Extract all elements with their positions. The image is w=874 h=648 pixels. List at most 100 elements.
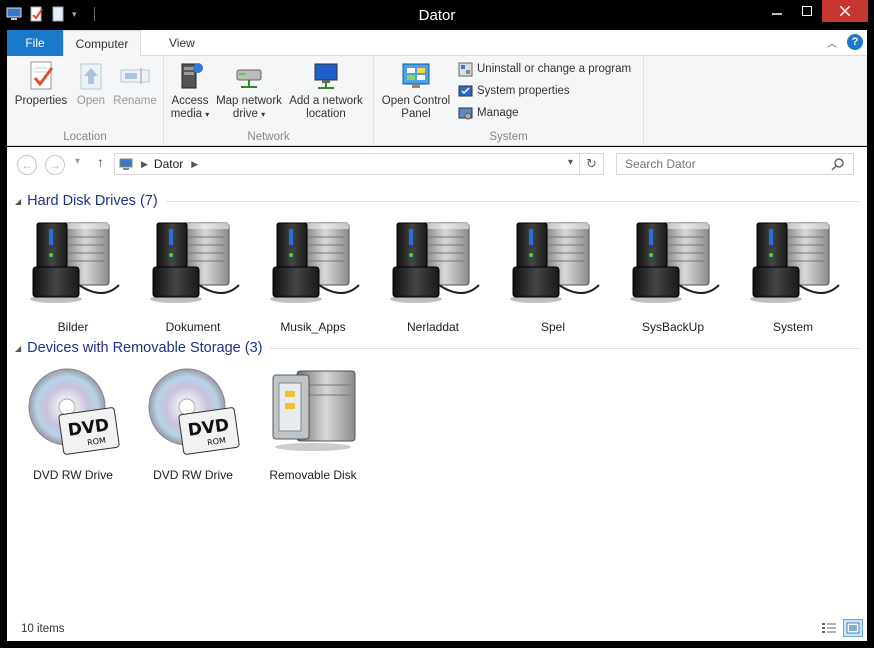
drive-item[interactable]: SysBackUp [623, 215, 723, 334]
maximize-button[interactable] [792, 0, 822, 22]
address-dropdown-icon[interactable]: ▾ [568, 157, 573, 168]
address-bar[interactable]: ▶ Dator ▶ ▾ ↻ [114, 153, 604, 175]
refresh-icon[interactable]: ↻ [579, 154, 603, 174]
hard-drive-icon [149, 222, 240, 304]
search-input[interactable] [617, 154, 817, 174]
drive-item[interactable]: Bilder [23, 215, 123, 334]
drive-item[interactable]: Dokument [143, 215, 243, 334]
hard-drive-icon [629, 222, 720, 304]
group-header-hard-disk-drives[interactable]: ◢ Hard Disk Drives (7) [15, 191, 860, 211]
drive-label: Musik_Apps [280, 320, 346, 334]
system-properties-button[interactable]: System properties [458, 82, 570, 100]
system-properties-label: System properties [477, 85, 570, 97]
control-panel-line2: Panel [401, 108, 431, 120]
open-label: Open [76, 95, 106, 107]
drive-item[interactable]: System [743, 215, 843, 334]
group-label-location: Location [63, 131, 107, 143]
view-switcher [819, 619, 863, 637]
rename-button[interactable]: Rename [111, 60, 159, 108]
map-drive-line1: Map network [216, 95, 282, 107]
access-media-line2: media [170, 108, 203, 120]
uninstall-program-button[interactable]: Uninstall or change a program [458, 60, 631, 78]
large-icons-view-icon [846, 622, 860, 634]
tab-file[interactable]: File [7, 30, 63, 56]
drive-item[interactable]: Spel [503, 215, 603, 334]
window-title: Dator [418, 7, 456, 24]
recent-locations-chevron-icon[interactable]: ▾ [75, 156, 80, 167]
group-label-network: Network [247, 131, 290, 143]
access-media-button[interactable]: Access media ▾ [170, 60, 210, 121]
details-view-icon [822, 623, 836, 633]
open-button[interactable]: Open [69, 60, 113, 108]
drive-item[interactable]: Musik_Apps [263, 215, 363, 334]
network-drive-icon [233, 60, 265, 92]
map-network-drive-button[interactable]: Map network drive ▾ [214, 60, 284, 121]
large-icons-view-button[interactable] [843, 619, 863, 637]
removable-disk-item[interactable]: Removable Disk [263, 363, 363, 482]
properties-button[interactable]: Properties [11, 60, 71, 108]
rename-icon [119, 60, 151, 92]
group-divider [165, 200, 860, 202]
back-button[interactable]: ← [17, 155, 37, 175]
group-header-removable-storage[interactable]: ◢ Devices with Removable Storage (3) [15, 338, 860, 358]
tab-view[interactable]: View [155, 30, 209, 56]
drive-label: DVD RW Drive [33, 468, 113, 482]
explorer-window: ▾ Dator File Computer View ︿ ? Propertie… [0, 0, 874, 648]
title-bar: ▾ Dator [0, 0, 874, 30]
details-view-button[interactable] [819, 619, 839, 637]
hard-drive-icon [29, 222, 120, 304]
status-bar: 10 items [7, 615, 867, 641]
breadcrumb-separator-icon: ▶ [141, 158, 148, 169]
open-icon [75, 60, 107, 92]
tab-computer[interactable]: Computer [63, 30, 141, 57]
ribbon-group-system: Open Control Panel Uninstall or change a… [374, 56, 644, 146]
system-properties-icon [458, 84, 473, 99]
up-button[interactable]: ↑ [97, 154, 104, 170]
map-drive-line2: drive [232, 108, 258, 120]
ribbon-right-controls: ︿ ? [827, 34, 863, 50]
navigation-bar: ← → ▾ ↑ ▶ Dator ▶ ▾ ↻ [7, 147, 867, 181]
open-control-panel-button[interactable]: Open Control Panel [380, 60, 452, 121]
hard-drive-icon [389, 222, 480, 304]
dvd-drive-item[interactable]: DVD ROM DVD RW Drive [23, 363, 123, 482]
minimize-button[interactable] [762, 0, 792, 22]
dvd-drive-item[interactable]: DVD ROM DVD RW Drive [143, 363, 243, 482]
dvd-drive-icon: DVD ROM [28, 368, 120, 455]
properties-label: Properties [14, 95, 68, 107]
search-icon[interactable] [831, 157, 845, 171]
control-panel-icon [400, 60, 432, 92]
close-button[interactable] [822, 0, 868, 22]
add-network-location-button[interactable]: Add a network location [286, 60, 366, 121]
forward-button[interactable]: → [45, 155, 65, 175]
drive-label: SysBackUp [641, 320, 705, 334]
usb-drive-icon [272, 370, 356, 451]
rename-label: Rename [113, 95, 157, 107]
manage-button[interactable]: Manage [458, 104, 519, 122]
media-server-icon [174, 60, 206, 92]
drive-label: Removable Disk [269, 468, 357, 482]
help-icon[interactable]: ? [847, 34, 863, 50]
properties-icon [25, 60, 57, 92]
access-media-line1: Access [171, 95, 209, 107]
search-box [616, 153, 854, 175]
chevron-down-icon: ▾ [261, 110, 266, 119]
uninstall-label: Uninstall or change a program [477, 63, 632, 75]
computer-icon [119, 157, 133, 171]
item-count: 10 items [21, 623, 65, 635]
ribbon-group-location: Properties Open Rename Location [7, 56, 164, 146]
collapse-caret-icon[interactable]: ◢ [15, 344, 21, 353]
breadcrumb-dator[interactable]: Dator [154, 157, 183, 171]
ribbon-tabs: File Computer View ︿ ? [7, 30, 867, 57]
drive-label: Dokument [165, 320, 221, 334]
collapse-caret-icon[interactable]: ◢ [15, 197, 21, 206]
group-title: Devices with Removable Storage (3) [27, 340, 263, 356]
group-label-system: System [489, 131, 528, 143]
hard-drive-icon [749, 222, 840, 304]
drive-item[interactable]: Nerladdat [383, 215, 483, 334]
breadcrumb-separator-icon[interactable]: ▶ [191, 159, 198, 170]
drive-label: Bilder [57, 320, 89, 334]
chevron-up-icon[interactable]: ︿ [827, 35, 837, 50]
programs-icon [458, 62, 473, 77]
add-location-line1: Add a network [289, 95, 363, 107]
add-location-line2: location [306, 108, 346, 120]
